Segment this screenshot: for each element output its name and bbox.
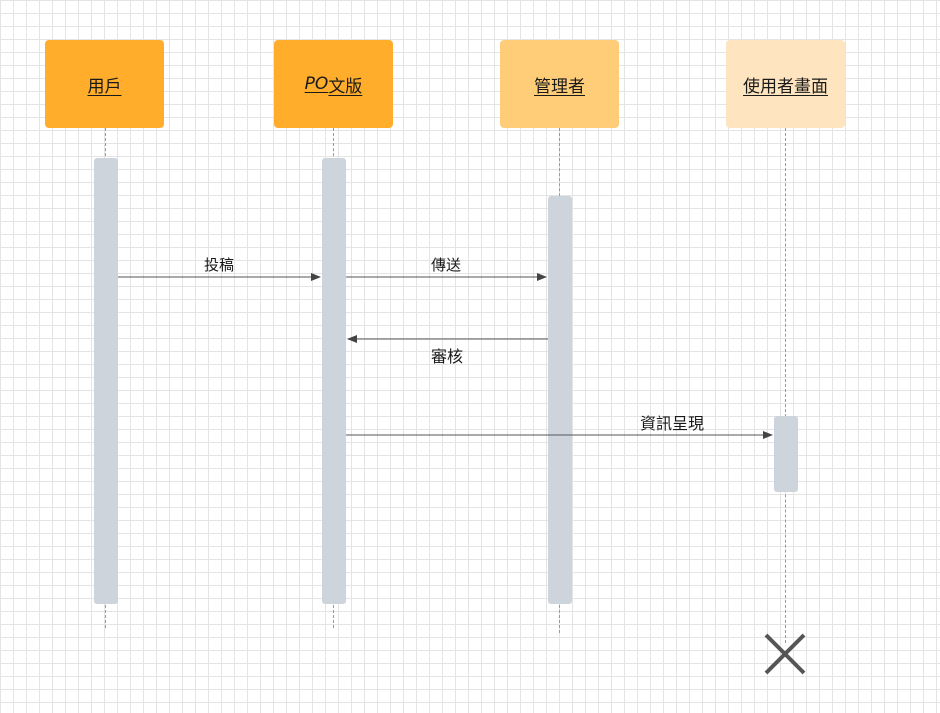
message-label-send: 傳送 xyxy=(430,256,462,274)
destroy-x-icon xyxy=(764,633,806,675)
message-label-display: 資訊呈現 xyxy=(639,414,705,433)
message-label-submit: 投稿 xyxy=(203,256,235,274)
message-arrows xyxy=(118,273,806,675)
message-label-review: 審核 xyxy=(430,347,464,366)
